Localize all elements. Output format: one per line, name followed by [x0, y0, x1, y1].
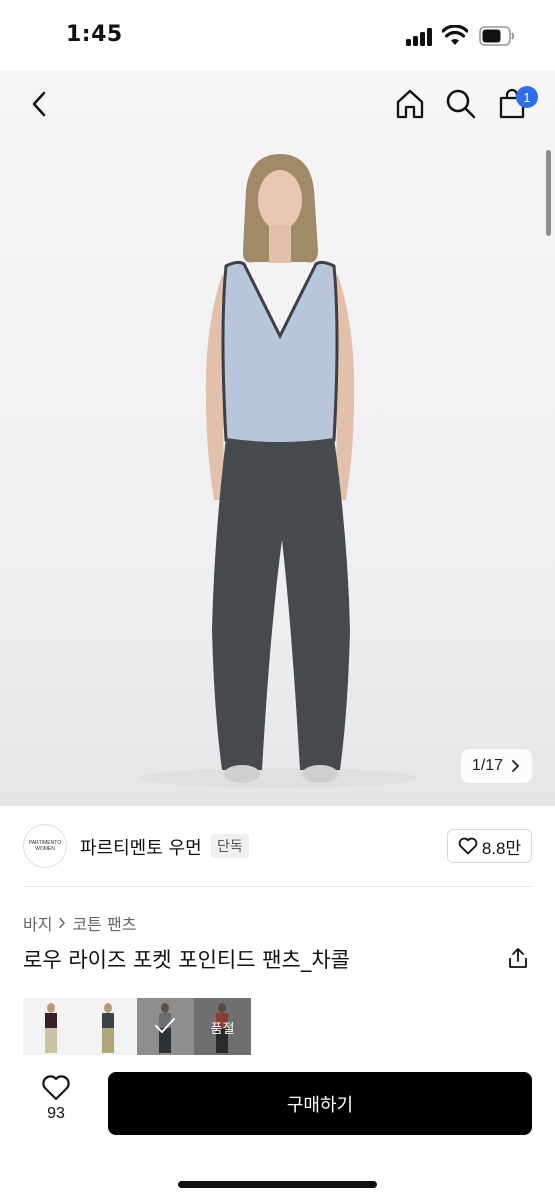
- battery-icon: [479, 26, 515, 46]
- nav-bar: 1: [0, 70, 555, 140]
- status-time: 1:45: [66, 22, 123, 47]
- wishlist-count: 93: [47, 1105, 65, 1122]
- color-swatch[interactable]: [80, 998, 137, 1055]
- chevron-right-icon: [59, 917, 66, 929]
- wishlist-button[interactable]: 93: [23, 1074, 89, 1132]
- buy-button[interactable]: 구매하기: [108, 1072, 532, 1135]
- status-bar: 1:45: [0, 0, 555, 70]
- share-icon: [509, 948, 527, 968]
- breadcrumb: 바지 코튼 팬츠: [23, 911, 136, 935]
- heart-icon: [42, 1075, 70, 1101]
- brand-logo-line2: WOMEN: [35, 846, 55, 852]
- breadcrumb-category[interactable]: 바지: [23, 911, 52, 935]
- cart-button[interactable]: 1: [492, 84, 538, 124]
- search-icon: [446, 89, 476, 119]
- breadcrumb-subcategory[interactable]: 코튼 팬츠: [72, 911, 136, 935]
- check-icon: [155, 1018, 175, 1033]
- product-title: 로우 라이즈 포켓 포인티드 팬츠_차콜: [23, 948, 350, 972]
- color-options: 품절: [23, 998, 251, 1055]
- home-indicator: [178, 1181, 377, 1188]
- share-button[interactable]: [504, 944, 532, 972]
- home-icon: [396, 89, 424, 119]
- cart-count-badge: 1: [516, 86, 538, 108]
- image-counter-text: 1/17: [471, 757, 504, 774]
- cellular-signal-icon: [406, 28, 434, 46]
- brand-name-link[interactable]: 파르티멘토 우먼: [80, 834, 202, 860]
- color-swatch[interactable]: [23, 998, 80, 1055]
- soldout-label: 품절: [210, 1022, 235, 1037]
- product-image[interactable]: [0, 70, 555, 806]
- brand-logo[interactable]: PARTIMENTO WOMEN: [23, 824, 67, 868]
- brand-like-count: 8.8만: [481, 838, 522, 858]
- home-button[interactable]: [390, 84, 430, 124]
- back-button[interactable]: [20, 84, 60, 124]
- exclusive-badge: 단독: [211, 834, 249, 858]
- swatch-thumbnail: [102, 1003, 114, 1053]
- brand-like-button[interactable]: 8.8만: [447, 829, 532, 863]
- search-button[interactable]: [441, 84, 481, 124]
- wifi-icon: [442, 25, 468, 45]
- chevron-right-icon: [512, 760, 520, 772]
- swatch-thumbnail: [45, 1003, 57, 1053]
- divider: [23, 886, 532, 887]
- model-photo: [138, 154, 418, 788]
- back-icon: [32, 91, 46, 117]
- heart-icon: [458, 837, 478, 855]
- color-swatch-soldout[interactable]: 품절: [194, 998, 251, 1055]
- color-swatch-selected[interactable]: [137, 998, 194, 1055]
- scroll-indicator[interactable]: [546, 150, 551, 236]
- image-counter-button[interactable]: 1/17: [461, 749, 532, 783]
